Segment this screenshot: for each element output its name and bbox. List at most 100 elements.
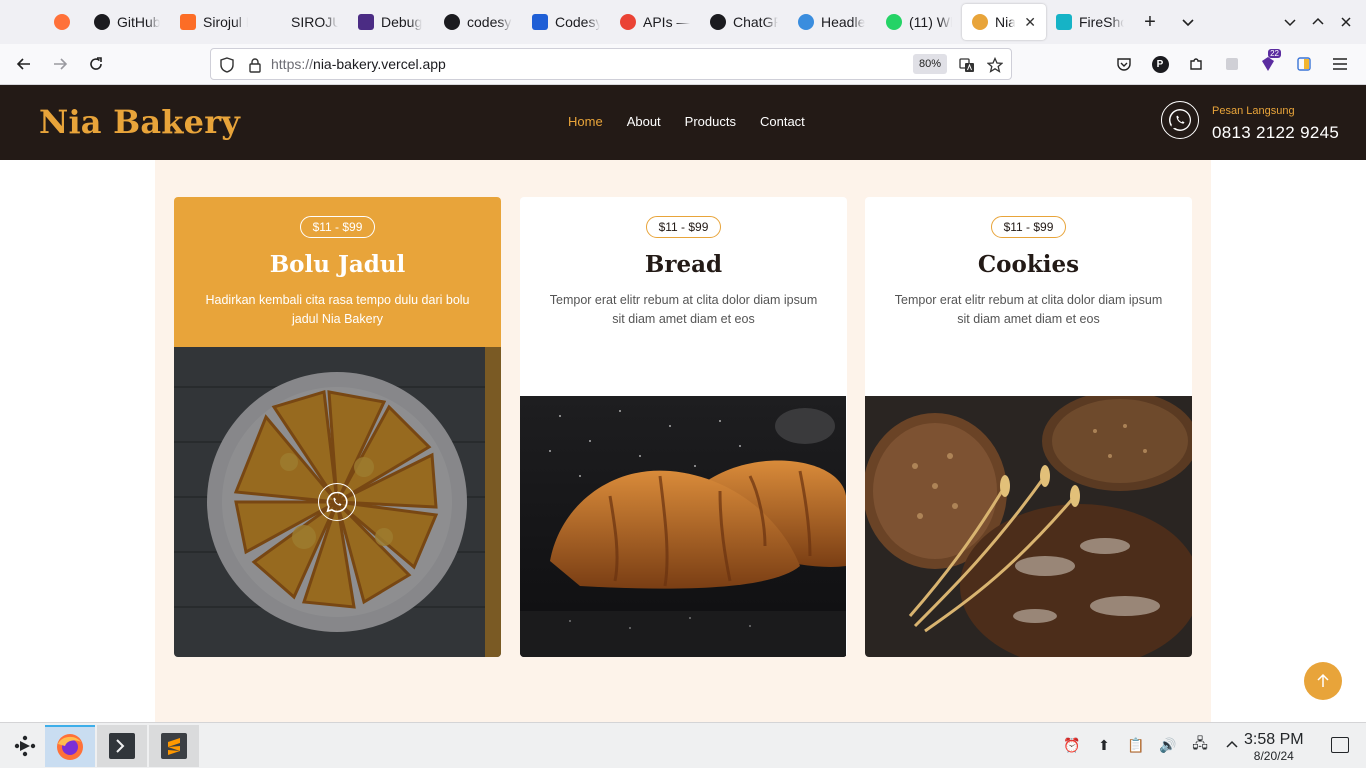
show-desktop-icon[interactable] bbox=[1331, 737, 1349, 753]
whatsapp-contact-icon[interactable] bbox=[1161, 101, 1199, 139]
pocket-icon[interactable] bbox=[1108, 48, 1140, 80]
contact-phone-number[interactable]: 0813 2122 9245 bbox=[1212, 123, 1339, 143]
terminal-icon bbox=[109, 733, 135, 759]
minimize-window-icon[interactable] bbox=[1276, 8, 1304, 36]
tab-codesy[interactable]: Codesy bbox=[522, 4, 610, 40]
contact-label: Pesan Langsung bbox=[1212, 105, 1295, 117]
url-bar[interactable]: https://nia-bakery.vercel.app 80% bbox=[210, 48, 1012, 80]
lock-icon[interactable] bbox=[245, 55, 265, 75]
whatsapp-icon bbox=[886, 14, 902, 30]
product-image-croissants bbox=[520, 396, 847, 657]
taskbar-sublime-text[interactable] bbox=[149, 725, 199, 767]
shield-icon[interactable] bbox=[217, 55, 237, 75]
translate-icon[interactable] bbox=[957, 55, 977, 75]
back-arrow-icon[interactable] bbox=[8, 48, 40, 80]
app-launcher-icon[interactable] bbox=[0, 725, 50, 767]
product-name: Bolu Jadul bbox=[269, 251, 406, 278]
product-card-header: $11 - $99 Bread Tempor erat elitr rebum … bbox=[520, 197, 847, 329]
maximize-window-icon[interactable] bbox=[1304, 8, 1332, 36]
tab-apis[interactable]: APIs — bbox=[610, 4, 700, 40]
codesy-icon bbox=[532, 14, 548, 30]
product-description: Hadirkan kembali cita rasa tempo dulu da… bbox=[205, 293, 470, 326]
sidebar-toggle-icon[interactable] bbox=[1288, 48, 1320, 80]
nav-link-contact[interactable]: Contact bbox=[760, 114, 805, 129]
product-card-header: $11 - $99 Bolu Jadul Hadirkan kembali ci… bbox=[174, 197, 501, 347]
system-clock[interactable]: 3:58 PM 8/20/24 bbox=[1244, 731, 1304, 763]
price-badge: $11 - $99 bbox=[990, 216, 1067, 238]
apis-icon bbox=[620, 14, 636, 30]
product-image-rustic-breads bbox=[865, 391, 1192, 657]
nav-link-home[interactable]: Home bbox=[568, 114, 603, 129]
product-description: Tempor erat elitr rebum at clita dolor d… bbox=[894, 293, 1163, 326]
fireshot-icon bbox=[1056, 14, 1072, 30]
volume-icon[interactable]: 🔊 bbox=[1158, 735, 1178, 755]
product-card-header: $11 - $99 Cookies Tempor erat elitr rebu… bbox=[865, 197, 1192, 329]
new-tab-button[interactable]: + bbox=[1136, 8, 1164, 36]
site-header: Nia Bakery Home About Products Contact P… bbox=[0, 85, 1366, 160]
close-window-icon[interactable] bbox=[1332, 8, 1360, 36]
product-card-bolu-jadul[interactable]: $11 - $99 Bolu Jadul Hadirkan kembali ci… bbox=[174, 197, 501, 657]
extensions-puzzle-icon[interactable] bbox=[1180, 48, 1212, 80]
clipboard-icon[interactable]: 📋 bbox=[1126, 735, 1146, 755]
tab-codesya[interactable]: codesya bbox=[434, 4, 522, 40]
clock-time: 3:58 PM bbox=[1244, 731, 1304, 748]
openai-icon bbox=[710, 14, 726, 30]
tab-chatgpt[interactable]: ChatGP bbox=[700, 4, 788, 40]
tab-nia-bakery[interactable]: Nia B ✕ bbox=[962, 4, 1046, 40]
price-badge: $11 - $99 bbox=[645, 216, 722, 238]
gitlab-icon bbox=[180, 14, 196, 30]
taskbar-firefox[interactable] bbox=[45, 725, 95, 767]
list-all-tabs-chevron-icon[interactable] bbox=[1174, 8, 1202, 36]
system-tray: ⏰ ⬆ 📋 🔊 🖧 bbox=[1062, 735, 1242, 755]
tray-expand-chevron-icon[interactable] bbox=[1222, 735, 1242, 755]
tab-headless[interactable]: Headle bbox=[788, 4, 876, 40]
product-card-bread[interactable]: $11 - $99 Bread Tempor erat elitr rebum … bbox=[520, 197, 847, 657]
update-notifier-icon[interactable]: ⬆ bbox=[1094, 735, 1114, 755]
main-navigation: Home About Products Contact bbox=[568, 114, 805, 129]
badge-extension-icon[interactable]: 22 bbox=[1252, 48, 1284, 80]
profile-p-icon[interactable]: P bbox=[1144, 48, 1176, 80]
back-to-top-button[interactable] bbox=[1304, 662, 1342, 700]
firefox-icon bbox=[57, 734, 83, 760]
browser-navigation-bar: https://nia-bakery.vercel.app 80% P 22 bbox=[0, 44, 1366, 85]
tab-sirojul-m[interactable]: SIROJUL M bbox=[258, 4, 348, 40]
blank-page-icon bbox=[268, 14, 284, 30]
site-brand-logo[interactable]: Nia Bakery bbox=[39, 103, 240, 141]
nav-link-products[interactable]: Products bbox=[685, 114, 736, 129]
tab-gitlab-sirojul[interactable]: Sirojul M bbox=[170, 4, 258, 40]
url-text: https://nia-bakery.vercel.app bbox=[271, 56, 446, 72]
network-icon[interactable]: 🖧 bbox=[1190, 735, 1210, 755]
products-section: $11 - $99 Bolu Jadul Hadirkan kembali ci… bbox=[155, 160, 1211, 722]
alarm-clock-icon[interactable]: ⏰ bbox=[1062, 735, 1082, 755]
tab-firefox-view[interactable] bbox=[44, 4, 84, 40]
arrow-up-icon bbox=[1317, 673, 1329, 687]
price-badge: $11 - $99 bbox=[299, 216, 376, 238]
browser-tab-bar: GitHub Sirojul M SIROJUL M Debug codesya… bbox=[0, 0, 1366, 44]
tab-whatsapp[interactable]: (11) Wh bbox=[876, 4, 962, 40]
bookmark-star-icon[interactable] bbox=[985, 55, 1005, 75]
taskbar-terminal[interactable] bbox=[97, 725, 147, 767]
tab-github[interactable]: GitHub bbox=[84, 4, 170, 40]
tab-fireshot[interactable]: FireSho bbox=[1046, 4, 1134, 40]
zoom-level-badge[interactable]: 80% bbox=[912, 54, 947, 74]
whatsapp-order-icon[interactable] bbox=[318, 483, 356, 521]
nav-link-about[interactable]: About bbox=[627, 114, 661, 129]
sublime-text-icon bbox=[161, 733, 187, 759]
debug-icon bbox=[358, 14, 374, 30]
toolbar-extensions: P 22 bbox=[1108, 48, 1356, 80]
reload-icon[interactable] bbox=[80, 48, 112, 80]
forward-arrow-icon[interactable] bbox=[44, 48, 76, 80]
clock-date: 8/20/24 bbox=[1253, 749, 1294, 763]
tab-debug[interactable]: Debug bbox=[348, 4, 434, 40]
headless-icon bbox=[798, 14, 814, 30]
product-card-cookies[interactable]: $11 - $99 Cookies Tempor erat elitr rebu… bbox=[865, 197, 1192, 657]
product-name: Bread bbox=[644, 251, 723, 278]
grid-extension-icon[interactable] bbox=[1216, 48, 1248, 80]
close-tab-icon[interactable]: ✕ bbox=[1024, 14, 1036, 31]
product-name: Cookies bbox=[977, 251, 1080, 278]
hamburger-menu-icon[interactable] bbox=[1324, 48, 1356, 80]
os-taskbar: ⏰ ⬆ 📋 🔊 🖧 3:58 PM 8/20/24 bbox=[0, 722, 1366, 768]
product-image-sponge-cake bbox=[174, 347, 501, 657]
github-icon bbox=[94, 14, 110, 30]
product-description: Tempor erat elitr rebum at clita dolor d… bbox=[549, 293, 818, 326]
